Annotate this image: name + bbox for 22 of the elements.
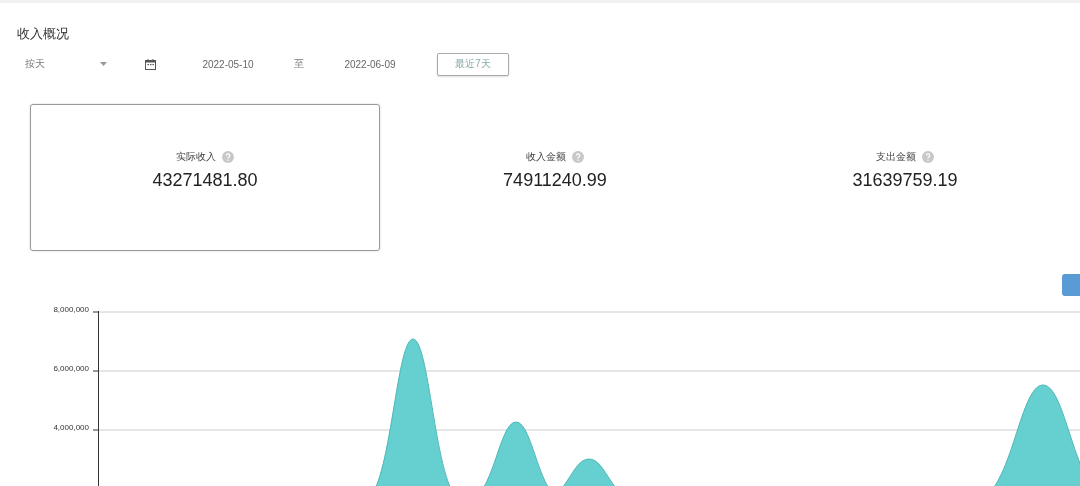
stat-label: 收入金额 xyxy=(526,150,566,164)
y-axis-label: 8,000,000 xyxy=(53,305,89,316)
stat-value: 43271481.80 xyxy=(152,170,258,191)
help-icon[interactable] xyxy=(572,151,584,163)
period-select[interactable]: 按天 xyxy=(17,57,107,71)
y-axis-label: 6,000,000 xyxy=(53,364,89,375)
caret-icon xyxy=(100,62,107,66)
help-icon[interactable] xyxy=(222,151,234,163)
section-title: 收入概况 xyxy=(17,25,70,43)
stat-label: 支出金额 xyxy=(876,150,916,164)
stat-value: 74911240.99 xyxy=(503,170,607,191)
stat-label: 实际收入 xyxy=(176,150,216,164)
stat-value: 31639759.19 xyxy=(852,170,958,191)
help-icon[interactable] xyxy=(922,151,934,163)
calendar-icon xyxy=(145,58,156,70)
range-separator: 至 xyxy=(294,57,304,71)
stat-card[interactable]: 收入金额 74911240.99 xyxy=(380,104,730,251)
end-date-field[interactable]: 2022-06-09 xyxy=(318,57,422,71)
start-date-field[interactable]: 2022-05-10 xyxy=(176,57,280,71)
stat-card[interactable]: 实际收入 43271481.80 xyxy=(30,104,380,251)
stat-card[interactable]: 支出金额 31639759.19 xyxy=(730,104,1080,251)
y-axis-label: 4,000,000 xyxy=(53,423,89,434)
